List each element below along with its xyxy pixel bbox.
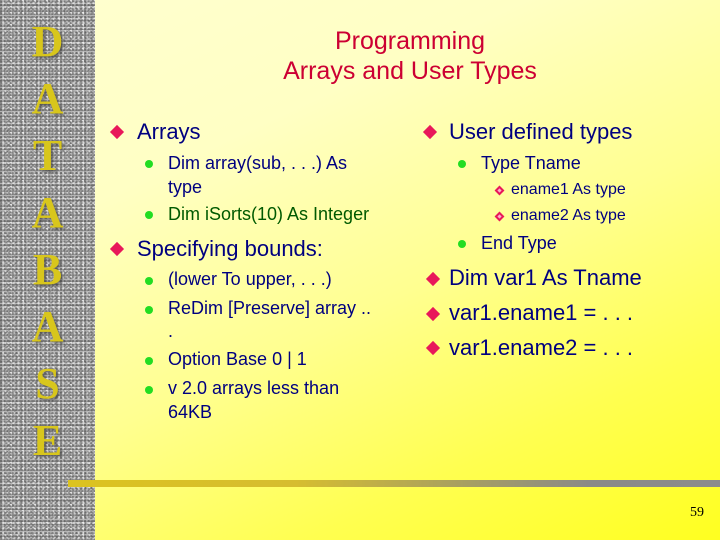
- sidebar-letter: A: [31, 188, 64, 237]
- statement-line: Dim var1 As Tname: [449, 265, 642, 290]
- list-item-line: ReDim [Preserve] array ..: [168, 298, 372, 318]
- sidebar-letter: B: [32, 245, 63, 294]
- diamond-bullet-icon: [109, 124, 125, 140]
- statement-line: var1.ename1 = . . .: [449, 300, 634, 325]
- list-item-line: Option Base 0 | 1: [168, 349, 307, 369]
- dot-bullet-icon: [145, 277, 153, 285]
- diamond-bullet-icon: [422, 124, 438, 140]
- dot-bullet-icon: [145, 357, 153, 365]
- dot-bullet-icon: [145, 306, 153, 314]
- sidebar-granite-panel: D A T A B A S E: [0, 0, 95, 540]
- diamond-bullet-icon: [425, 306, 441, 322]
- sidebar-letter: A: [31, 74, 64, 123]
- type-declaration-line: Type Tname: [481, 153, 581, 173]
- sidebar-letter: S: [35, 359, 60, 408]
- sidebar-letter: D: [31, 17, 64, 66]
- diamond-bullet-icon: [425, 340, 441, 356]
- list-item-line: Dim iSorts(10) As Integer: [168, 204, 370, 224]
- diamond-bullet-icon: [425, 271, 441, 287]
- dot-bullet-icon: [145, 211, 153, 219]
- arrays-heading: Arrays: [137, 119, 201, 144]
- list-item-line: type: [168, 177, 203, 197]
- small-diamond-bullet-icon: [494, 211, 505, 222]
- list-item-line: v 2.0 arrays less than: [168, 378, 340, 398]
- list-item-line: .: [168, 321, 174, 341]
- bounds-heading: Specifying bounds:: [137, 236, 323, 261]
- small-diamond-bullet-icon: [494, 185, 505, 196]
- bottom-divider: [68, 480, 720, 487]
- member-line: ename1 As type: [511, 181, 626, 198]
- list-item-line: (lower To upper, . . .): [168, 269, 332, 289]
- dot-bullet-icon: [145, 386, 153, 394]
- sidebar-letter: E: [32, 416, 63, 465]
- sidebar-letter: A: [31, 302, 64, 351]
- list-item-line: Dim array(sub, . . .) As: [168, 153, 348, 173]
- list-item-line: 64KB: [168, 402, 213, 422]
- page-number: 59: [690, 505, 704, 520]
- member-line: ename2 As type: [511, 207, 626, 224]
- sidebar-letter: T: [32, 131, 63, 180]
- title-line-2: Arrays and User Types: [283, 57, 537, 85]
- dot-bullet-icon: [145, 160, 153, 168]
- end-type-line: End Type: [481, 233, 557, 253]
- udt-heading: User defined types: [449, 119, 633, 144]
- diamond-bullet-icon: [109, 241, 125, 257]
- dot-bullet-icon: [458, 160, 466, 168]
- statement-line: var1.ename2 = . . .: [449, 335, 634, 360]
- slide-title: Programming Arrays and User Types: [150, 26, 670, 86]
- slide: D A T A B A S E Programming Arrays and U…: [0, 0, 720, 540]
- title-line-1: Programming: [334, 27, 486, 55]
- dot-bullet-icon: [458, 240, 466, 248]
